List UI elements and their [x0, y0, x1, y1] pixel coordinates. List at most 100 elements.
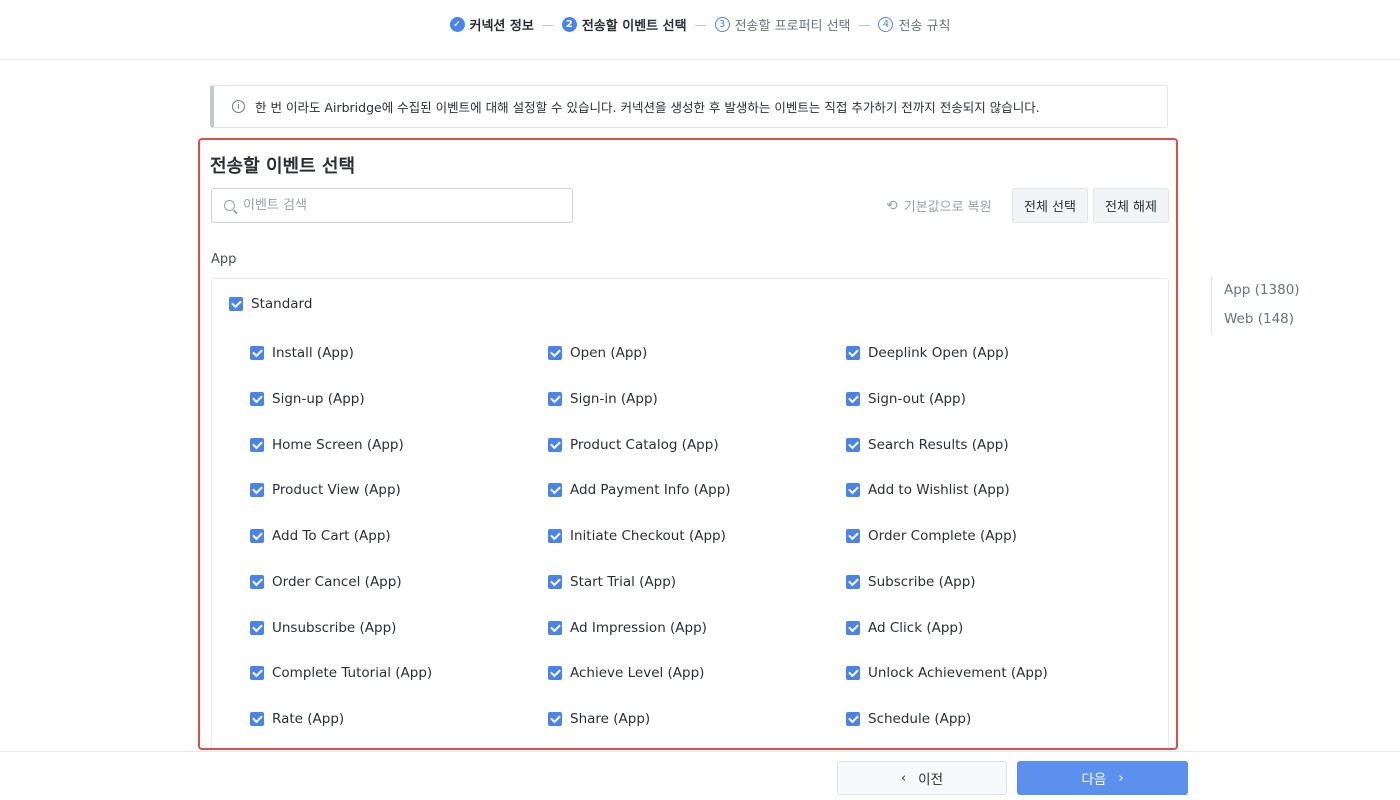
- event-checkbox-item[interactable]: Product Catalog (App): [548, 436, 846, 454]
- stepper: ✓ 커넥션 정보 — 2 전송할 이벤트 선택 — 3 전송할 프로퍼티 선택 — 4 전송 규칙: [0, 0, 1400, 60]
- step-number-icon: 2: [561, 17, 577, 32]
- event-checkbox-item[interactable]: Product View (App): [250, 481, 548, 499]
- event-label: Rate (App): [272, 711, 345, 727]
- checkbox-checked-icon[interactable]: [846, 574, 860, 589]
- checkbox-checked-icon[interactable]: [548, 666, 562, 681]
- event-checkbox-item[interactable]: Search Results (App): [846, 436, 1144, 454]
- deselect-all-button[interactable]: 전체 해제: [1093, 188, 1169, 223]
- event-label: Add Payment Info (App): [570, 482, 731, 499]
- checkbox-checked-icon[interactable]: [250, 483, 264, 498]
- event-checkbox-item[interactable]: Home Screen (App): [250, 436, 548, 454]
- info-icon: i: [232, 100, 245, 113]
- checkbox-checked-icon[interactable]: [846, 437, 860, 452]
- checkbox-checked-icon[interactable]: [548, 391, 562, 406]
- section-anchor-link[interactable]: Web (148): [1224, 305, 1300, 334]
- checkbox-checked-icon[interactable]: [548, 437, 562, 452]
- checkbox-checked-icon[interactable]: [229, 297, 243, 311]
- event-checkbox-item[interactable]: Ad Impression (App): [548, 619, 846, 637]
- event-checkbox-item[interactable]: Add Payment Info (App): [548, 481, 846, 499]
- event-label: Deeplink Open (App): [868, 345, 1009, 361]
- checkbox-checked-icon[interactable]: [250, 712, 264, 726]
- checkbox-checked-icon[interactable]: [846, 483, 860, 498]
- event-checkbox-item[interactable]: Rate (App): [250, 710, 548, 728]
- event-label: Order Cancel (App): [272, 573, 402, 590]
- event-checkbox-item[interactable]: Sign-in (App): [548, 390, 846, 408]
- event-checkbox-item[interactable]: Add To Cart (App): [250, 527, 548, 545]
- event-checkbox-item[interactable]: Sign-up (App): [250, 390, 548, 408]
- footer-bar: ‹ 이전 다음 ›: [0, 751, 1400, 800]
- category-label: Standard: [251, 296, 313, 312]
- event-checkbox-item[interactable]: Achieve Level (App): [548, 664, 846, 682]
- event-checkbox-item[interactable]: Ad Click (App): [846, 619, 1144, 637]
- step-separator: —: [694, 17, 707, 32]
- event-label: Unlock Achievement (App): [868, 665, 1048, 682]
- select-all-button[interactable]: 전체 선택: [1012, 188, 1088, 223]
- step-label: 전송할 이벤트 선택: [581, 19, 687, 34]
- event-label: Sign-up (App): [272, 390, 365, 407]
- event-label: Product Catalog (App): [570, 436, 719, 453]
- checkbox-checked-icon[interactable]: [250, 391, 264, 406]
- category-standard[interactable]: Standard: [229, 296, 312, 312]
- checkbox-checked-icon[interactable]: [250, 437, 264, 452]
- event-label: Ad Click (App): [868, 619, 964, 636]
- checkbox-checked-icon[interactable]: [548, 712, 562, 726]
- prev-button[interactable]: ‹ 이전: [837, 761, 1007, 795]
- group-label-app: App: [211, 252, 237, 267]
- next-button[interactable]: 다음 ›: [1017, 761, 1188, 795]
- history-icon: ⟲: [886, 197, 898, 214]
- checkbox-checked-icon[interactable]: [250, 620, 264, 635]
- checkbox-checked-icon[interactable]: [846, 666, 860, 681]
- checkbox-checked-icon[interactable]: [250, 346, 264, 360]
- checkbox-checked-icon[interactable]: [548, 483, 562, 498]
- panel-title: 전송할 이벤트 선택: [210, 156, 356, 177]
- event-search[interactable]: [211, 188, 573, 223]
- checkbox-checked-icon[interactable]: [846, 620, 860, 635]
- event-checkbox-item[interactable]: Share (App): [548, 710, 846, 728]
- event-checkbox-item[interactable]: Complete Tutorial (App): [250, 664, 548, 682]
- event-checkbox-item[interactable]: Schedule (App): [846, 710, 1144, 728]
- checkbox-checked-icon[interactable]: [548, 620, 562, 635]
- event-label: Search Results (App): [868, 436, 1009, 453]
- step-number-icon: 3: [714, 17, 730, 32]
- checkbox-checked-icon[interactable]: [846, 346, 860, 360]
- checkbox-checked-icon[interactable]: [846, 712, 860, 726]
- checkbox-checked-icon[interactable]: [250, 574, 264, 589]
- event-label: Home Screen (App): [272, 436, 404, 453]
- checkbox-checked-icon[interactable]: [548, 574, 562, 589]
- info-text: 한 번 이라도 Airbridge에 수집된 이벤트에 대해 설정할 수 있습니…: [255, 100, 1040, 115]
- event-label: Initiate Checkout (App): [570, 528, 726, 544]
- step-label: 전송할 프로퍼티 선택: [734, 19, 851, 34]
- section-anchor-link[interactable]: App (1380): [1224, 276, 1300, 305]
- checkbox-checked-icon[interactable]: [846, 391, 860, 406]
- event-checkbox-item[interactable]: Unsubscribe (App): [250, 619, 548, 637]
- checkbox-checked-icon[interactable]: [250, 666, 264, 681]
- chevron-left-icon: ‹: [900, 770, 907, 786]
- event-checkbox-item[interactable]: Open (App): [548, 344, 846, 362]
- event-checkbox-item[interactable]: Deeplink Open (App): [846, 344, 1144, 362]
- event-label: Install (App): [272, 345, 354, 361]
- info-banner: i 한 번 이라도 Airbridge에 수집된 이벤트에 대해 설정할 수 있…: [210, 85, 1168, 128]
- checkbox-checked-icon[interactable]: [250, 529, 264, 543]
- event-label: Order Complete (App): [868, 528, 1017, 544]
- event-search-input[interactable]: [243, 198, 543, 213]
- checkbox-checked-icon[interactable]: [548, 529, 562, 543]
- event-checkbox-item[interactable]: Subscribe (App): [846, 573, 1144, 591]
- event-checkbox-item[interactable]: Unlock Achievement (App): [846, 664, 1144, 682]
- event-checkbox-item[interactable]: Sign-out (App): [846, 390, 1144, 408]
- event-label: Achieve Level (App): [570, 665, 705, 682]
- event-label: Product View (App): [272, 482, 401, 499]
- event-label: Complete Tutorial (App): [272, 665, 433, 682]
- reset-to-default-button[interactable]: ⟲ 기본값으로 복원: [886, 196, 992, 216]
- event-label: Share (App): [570, 711, 651, 727]
- checkbox-checked-icon[interactable]: [548, 346, 562, 360]
- event-checkbox-item[interactable]: Order Cancel (App): [250, 573, 548, 591]
- next-label: 다음: [1081, 772, 1107, 788]
- event-checkbox-item[interactable]: Start Trial (App): [548, 573, 846, 591]
- checkbox-checked-icon[interactable]: [846, 529, 860, 543]
- event-checkbox-item[interactable]: Initiate Checkout (App): [548, 527, 846, 545]
- event-checkbox-item[interactable]: Order Complete (App): [846, 527, 1144, 545]
- event-checkbox-item[interactable]: Install (App): [250, 344, 548, 362]
- event-label: Sign-out (App): [868, 390, 966, 407]
- event-checkbox-item[interactable]: Add to Wishlist (App): [846, 481, 1144, 499]
- step-number-icon: 4: [878, 17, 894, 32]
